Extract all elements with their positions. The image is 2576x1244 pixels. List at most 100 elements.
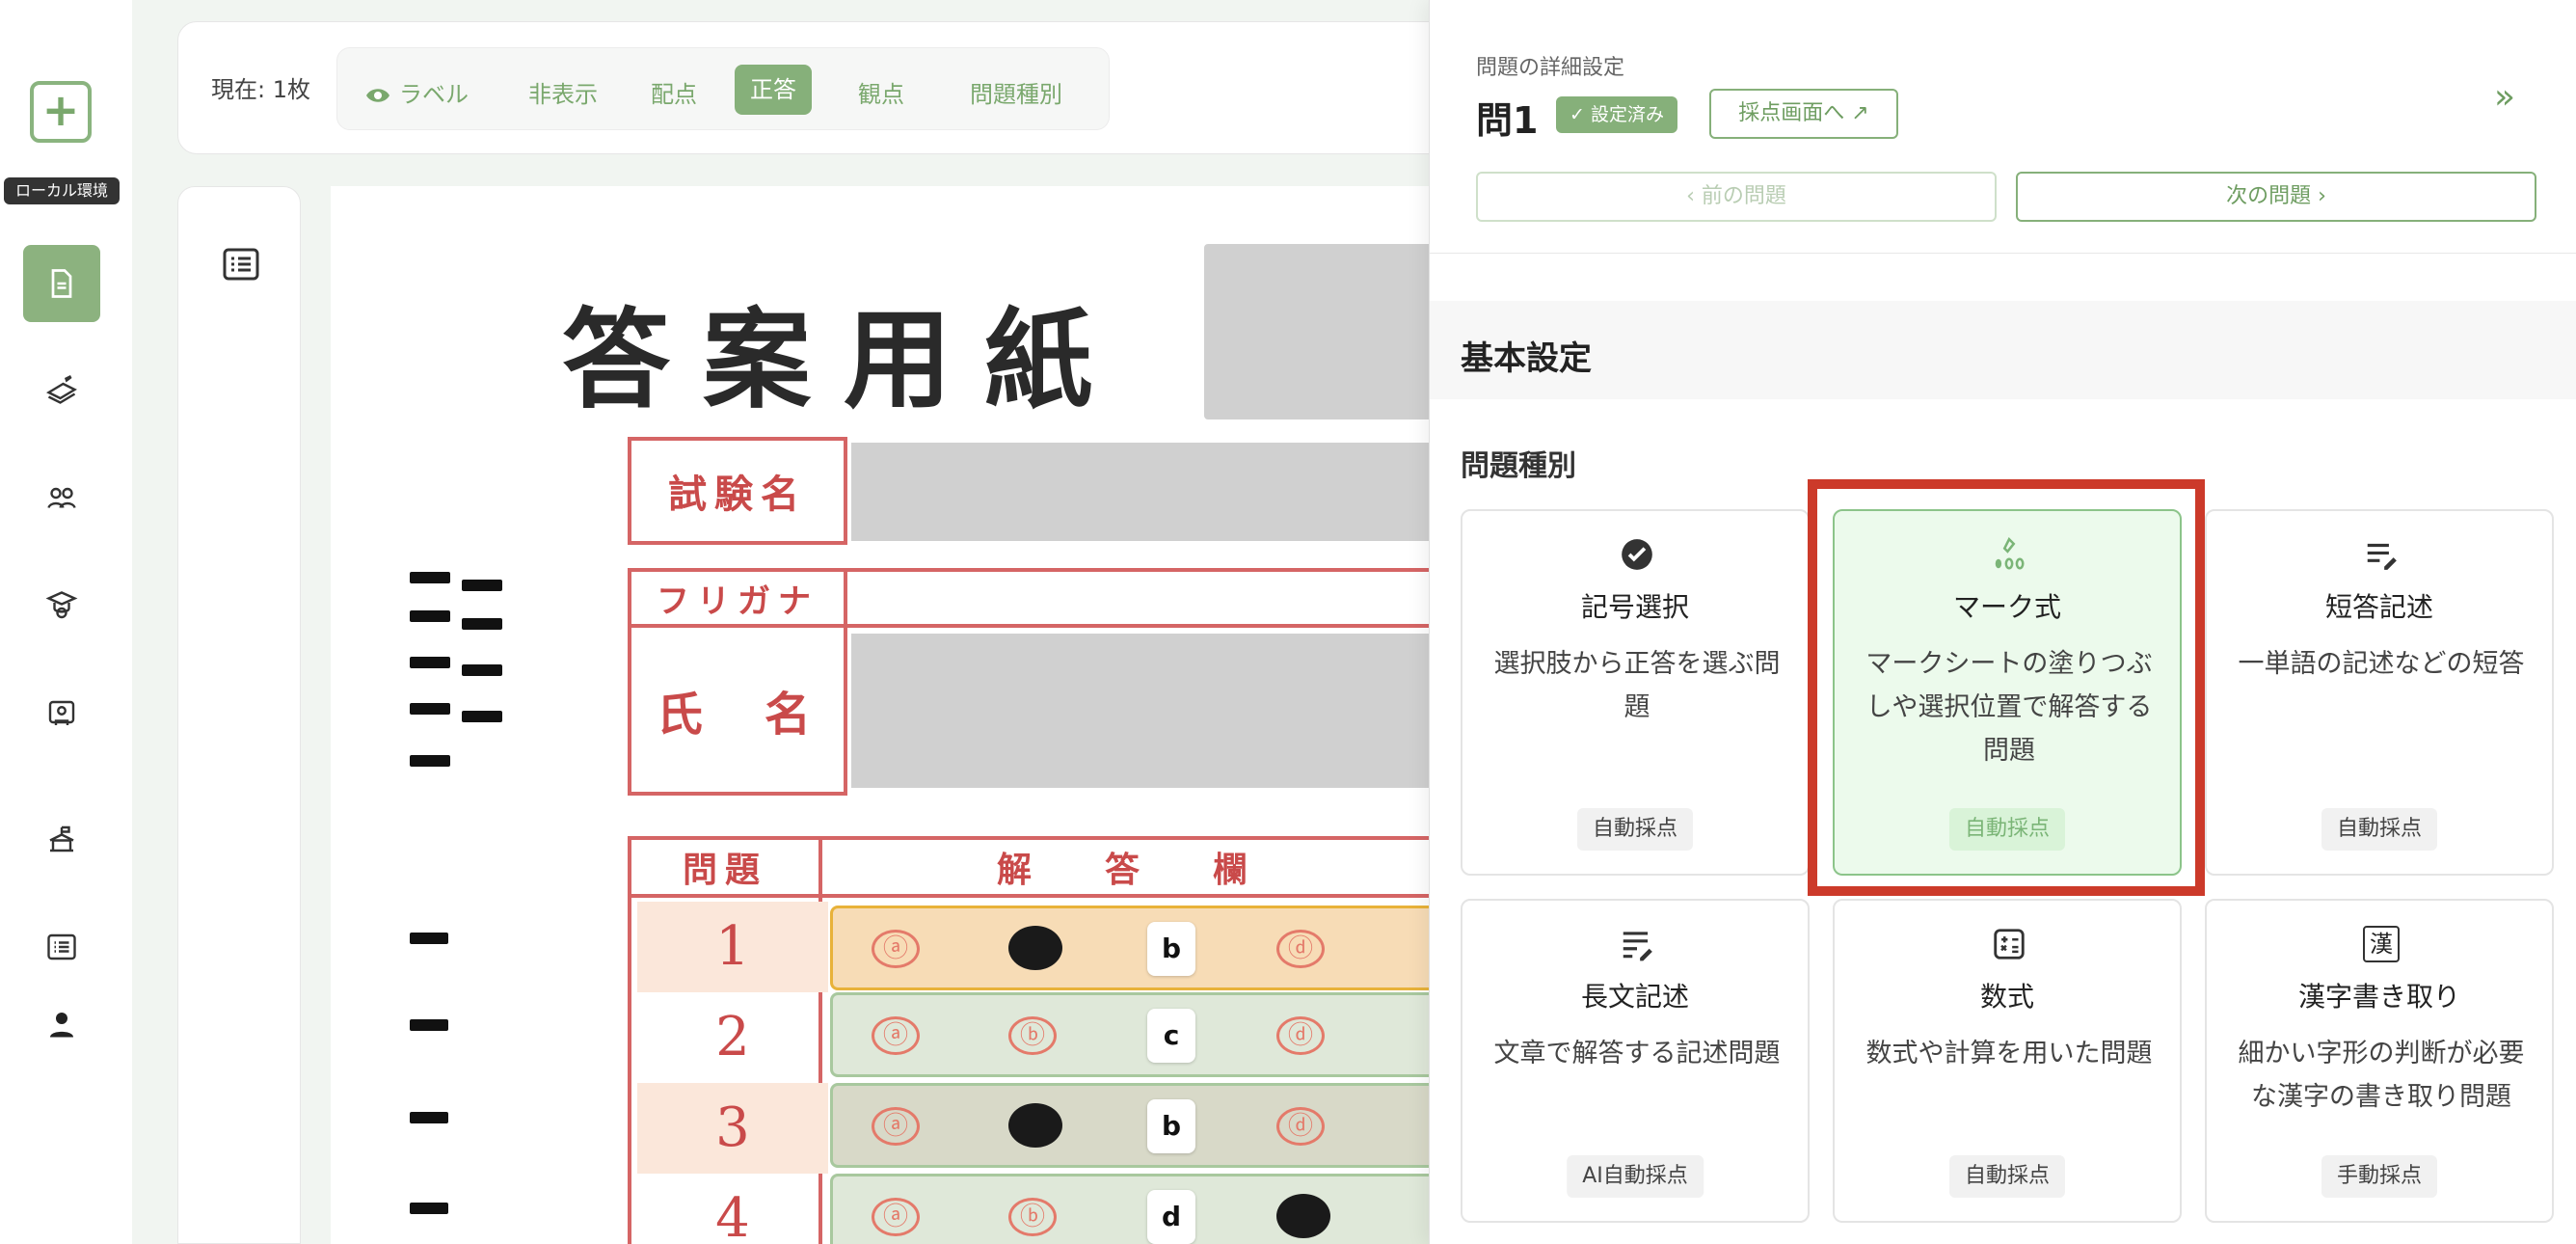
go-to-grading-button[interactable]: 採点画面へ ↗ xyxy=(1709,89,1898,139)
furigana-label: フリガナ xyxy=(628,568,847,628)
row-number: 1 xyxy=(637,902,828,992)
view-tabs: ラベル 非表示 配点 正答 観点 問題種別 xyxy=(336,47,1110,130)
card-description: 一単語の記述などの短答 xyxy=(2238,649,2525,679)
bubble[interactable]: ⓓ xyxy=(1276,1107,1325,1146)
outline-list-icon[interactable] xyxy=(223,248,259,281)
tick-mark xyxy=(410,610,450,622)
student-icon[interactable] xyxy=(23,567,100,644)
bubble[interactable]: ⓑ xyxy=(1008,1198,1057,1236)
type-card-symbol-choice[interactable]: 記号選択 選択肢から正答を選ぶ問題 自動採点 xyxy=(1461,509,1810,876)
tab-points[interactable]: 配点 xyxy=(635,69,712,120)
selection-highlight xyxy=(1808,479,2205,896)
check-circle-icon xyxy=(1622,539,1652,570)
tab-question-type[interactable]: 問題種別 xyxy=(954,69,1078,120)
left-rail: + ローカル環境 xyxy=(0,0,132,1244)
card-name: 漢字書き取り xyxy=(2297,981,2460,1013)
card-name: 短答記述 xyxy=(2324,591,2433,623)
card-description: 細かい字形の判断が必要な漢字の書き取り問題 xyxy=(2238,1039,2525,1112)
tick-mark xyxy=(462,664,502,676)
section-header: 基本設定 xyxy=(1430,301,2576,399)
pen-icon[interactable] xyxy=(23,351,100,428)
card-description: 選択肢から正答を選ぶ問題 xyxy=(1493,649,1781,722)
school-icon[interactable] xyxy=(23,800,100,878)
bubble[interactable]: ⓐ xyxy=(872,930,920,968)
type-card-long-text[interactable]: 長文記述 文章で解答する記述問題 AI自動採点 xyxy=(1461,899,1810,1223)
kanji-icon: 漢 xyxy=(2363,926,2400,962)
row-number: 4 xyxy=(715,1187,750,1244)
answer-header: 解 答 欄 xyxy=(818,836,1445,898)
exam-name-label: 試験名 xyxy=(628,437,847,545)
next-question-button[interactable]: 次の問題 › xyxy=(2016,172,2536,222)
name-field xyxy=(851,634,1430,788)
bubble[interactable]: ⓐ xyxy=(872,1198,920,1236)
card-name: 長文記述 xyxy=(1580,981,1689,1013)
card-name: 数式 xyxy=(1979,981,2034,1013)
answer-pick[interactable]: d xyxy=(1147,1190,1195,1244)
type-card-kanji[interactable]: 漢 漢字書き取り 細かい字形の判断が必要な漢字の書き取り問題 手動採点 xyxy=(2205,899,2554,1223)
prev-question-button[interactable]: ‹ 前の問題 xyxy=(1476,172,1997,222)
tick-mark xyxy=(410,657,450,668)
answer-row[interactable]: ⓐ b ⓓ xyxy=(830,1083,1447,1168)
answer-row[interactable]: ⓐ b ⓓ xyxy=(830,906,1447,990)
section-title: 基本設定 xyxy=(1461,339,1592,378)
answer-row[interactable]: ⓐ ⓑ d xyxy=(830,1174,1447,1244)
add-icon[interactable]: + xyxy=(30,81,92,143)
row-number: 2 xyxy=(715,1006,750,1068)
card-name: 記号選択 xyxy=(1580,591,1689,623)
grading-tag: 自動採点 xyxy=(2321,808,2438,851)
tick-mark xyxy=(462,711,502,722)
answer-row[interactable]: ⓐ ⓑ c ⓓ xyxy=(830,992,1447,1077)
tick-mark xyxy=(410,1019,448,1031)
filled-bubble[interactable] xyxy=(1008,926,1062,970)
bubble[interactable]: ⓑ xyxy=(1008,1016,1057,1055)
filled-bubble[interactable] xyxy=(1008,1103,1062,1148)
answer-pick[interactable]: b xyxy=(1147,1099,1195,1153)
classroom-icon[interactable] xyxy=(23,675,100,752)
environment-label: ローカル環境 xyxy=(4,177,120,204)
list-icon[interactable] xyxy=(23,908,100,986)
type-card-short-answer[interactable]: 短答記述 一単語の記述などの短答 自動採点 xyxy=(2205,509,2554,876)
name-label: 氏 名 xyxy=(628,624,847,796)
tick-mark xyxy=(410,933,448,944)
type-card-formula[interactable]: 数式 数式や計算を用いた問題 自動採点 xyxy=(1833,899,2182,1223)
question-type-label: 問題種別 xyxy=(1461,449,1576,483)
answer-pick[interactable]: b xyxy=(1147,922,1195,976)
collapse-icon[interactable]: » xyxy=(2494,77,2515,117)
tab-perspective[interactable]: 観点 xyxy=(843,69,920,120)
divider xyxy=(1430,253,2576,254)
bubble[interactable]: ⓐ xyxy=(872,1107,920,1146)
tick-mark xyxy=(410,703,450,715)
answer-pick[interactable]: c xyxy=(1147,1009,1195,1063)
tick-mark xyxy=(410,1203,448,1214)
tab-answer[interactable]: 正答 xyxy=(735,65,812,115)
grading-tag: 自動採点 xyxy=(1576,808,1694,851)
tick-mark xyxy=(410,1112,448,1123)
group-icon[interactable] xyxy=(23,459,100,536)
question-header: 問題 xyxy=(628,836,822,898)
tab-hidden[interactable]: 非表示 xyxy=(513,69,613,120)
card-description: 数式や計算を用いた問題 xyxy=(1865,1039,2153,1068)
long-text-icon xyxy=(1623,932,1652,961)
view-toolbar: 現在: 1枚 ラベル 非表示 配点 正答 観点 問題種別 xyxy=(177,21,1479,154)
bubble[interactable]: ⓓ xyxy=(1276,1016,1325,1055)
tick-mark xyxy=(410,755,450,767)
panel-subtitle: 問題の詳細設定 xyxy=(1476,56,1625,80)
answer-sheet: 答案用紙 試験名 フリガナ 氏 名 問題 解 答 欄 1 ⓐ b ⓓ 2 ⓐ ⓑ… xyxy=(331,186,1447,1244)
tick-mark xyxy=(410,572,450,583)
grading-tag: AI自動採点 xyxy=(1567,1155,1704,1198)
filled-bubble[interactable] xyxy=(1276,1194,1330,1238)
eye-icon xyxy=(366,89,389,102)
person-icon[interactable] xyxy=(23,986,100,1063)
grading-tag: 手動採点 xyxy=(2321,1155,2438,1198)
short-answer-icon xyxy=(2367,543,2397,570)
furigana-field xyxy=(844,568,1441,628)
tab-label[interactable]: ラベル xyxy=(349,69,484,120)
question-title: 問1 xyxy=(1476,99,1539,142)
document-icon[interactable] xyxy=(23,245,100,322)
sheet-count: 現在: 1枚 xyxy=(211,76,310,103)
bubble[interactable]: ⓓ xyxy=(1276,930,1325,968)
calculator-icon xyxy=(1994,929,2025,960)
grading-tag: 自動採点 xyxy=(1948,1155,2066,1198)
row-number: 3 xyxy=(637,1083,828,1174)
bubble[interactable]: ⓐ xyxy=(872,1016,920,1055)
